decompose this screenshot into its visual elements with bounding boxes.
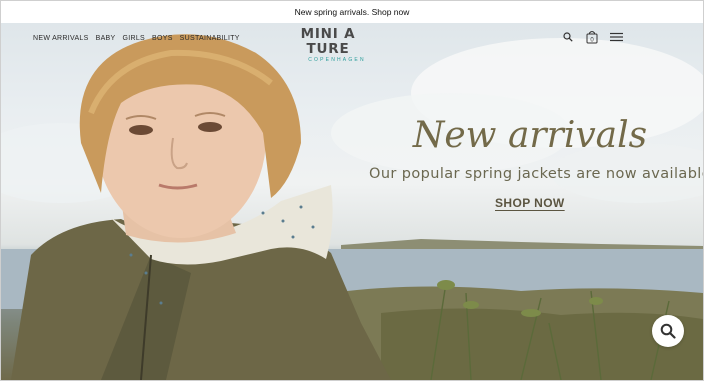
hero-title: New arrivals bbox=[412, 115, 648, 156]
search-icon bbox=[660, 323, 676, 339]
announcement-bar[interactable]: New spring arrivals. Shop now bbox=[1, 1, 703, 23]
nav-item-boys[interactable]: BOYS bbox=[152, 35, 173, 42]
hamburger-menu-icon bbox=[609, 32, 623, 42]
header-icons: 0 bbox=[561, 30, 623, 44]
search-button[interactable] bbox=[561, 30, 575, 44]
hero-banner[interactable]: NEW ARRIVALS BABY GIRLS BOYS SUSTAINABIL… bbox=[1, 23, 703, 380]
page-frame: New spring arrivals. Shop now NEW ARRIVA… bbox=[0, 0, 704, 381]
logo-wordmark: MINI A TURE bbox=[300, 26, 356, 57]
announcement-text[interactable]: New spring arrivals. Shop now bbox=[295, 7, 410, 17]
logo-subtitle: COPENHAGEN bbox=[308, 57, 366, 63]
brand-logo[interactable]: MINI A TURE COPENHAGEN bbox=[278, 27, 378, 64]
hero-image bbox=[1, 34, 703, 380]
nav-item-girls[interactable]: GIRLS bbox=[123, 35, 146, 42]
hero-subtitle: Our popular spring jackets are now avail… bbox=[369, 166, 703, 182]
search-icon bbox=[563, 32, 573, 42]
cart-button[interactable]: 0 bbox=[585, 30, 599, 44]
nav-item-sustainability[interactable]: SUSTAINABILITY bbox=[180, 35, 240, 42]
menu-button[interactable] bbox=[609, 30, 623, 44]
nav-item-new-arrivals[interactable]: NEW ARRIVALS bbox=[33, 35, 89, 42]
shop-now-link[interactable]: SHOP NOW bbox=[495, 196, 565, 210]
floating-search-button[interactable] bbox=[652, 315, 684, 347]
main-nav: NEW ARRIVALS BABY GIRLS BOYS SUSTAINABIL… bbox=[33, 35, 240, 42]
shopping-bag-icon: 0 bbox=[586, 31, 598, 44]
nav-item-baby[interactable]: BABY bbox=[96, 35, 116, 42]
